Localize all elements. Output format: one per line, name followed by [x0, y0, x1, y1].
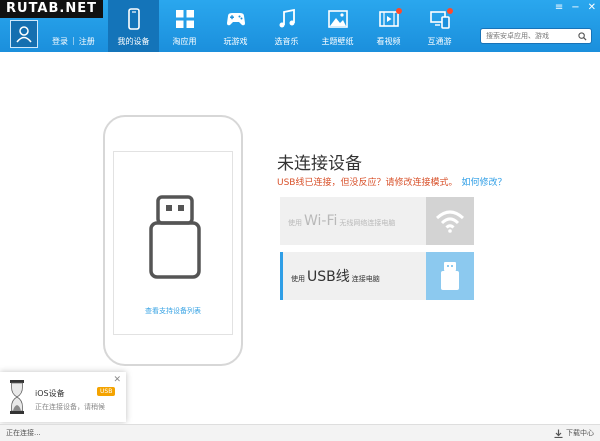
top-bar: RUTAB.NET 登录 | 注册 我的设备 淘应用 玩游戏 选音乐 主题壁纸 …: [0, 0, 600, 52]
usb-prefix: 使用: [291, 275, 305, 283]
connection-hint: USB线已连接，但没反应？请修改连接模式。 如何修改？: [277, 175, 507, 188]
wifi-icon: [435, 210, 465, 233]
status-bar: 正在连接... 下载中心: [0, 424, 600, 441]
usb-suffix: 连接电脑: [351, 275, 380, 283]
phone-screen: 查看支持设备列表: [113, 151, 233, 335]
notification-dot: [396, 8, 402, 14]
minimize-icon[interactable]: −: [571, 3, 579, 13]
window-controls: ≡ − ✕: [555, 3, 596, 13]
login-link[interactable]: 登录: [52, 36, 68, 47]
usb-main: USB线: [307, 269, 350, 285]
wifi-suffix: 无线网络连接电脑: [339, 219, 396, 227]
gamepad-icon: [226, 13, 245, 26]
search-icon[interactable]: [578, 32, 587, 41]
page-title: 未连接设备: [277, 154, 362, 174]
nav-my-device[interactable]: 我的设备: [108, 0, 159, 52]
download-center-label: 下载中心: [566, 429, 594, 437]
notification-title: iOS设备: [35, 389, 65, 398]
usb-plug-icon: [441, 262, 459, 290]
usb-badge: USB: [97, 387, 116, 396]
download-center-button[interactable]: 下载中心: [554, 428, 594, 438]
notification-dot: [447, 8, 453, 14]
usb-plug-icon: [149, 195, 201, 279]
phone-illustration: 查看支持设备列表: [103, 115, 243, 366]
usb-connect-option[interactable]: 使用 USB线 连接电脑: [280, 252, 474, 300]
close-icon[interactable]: ✕: [113, 375, 121, 385]
nav-wallpaper[interactable]: 主题壁纸: [312, 0, 363, 52]
nav-apps[interactable]: 淘应用: [159, 0, 210, 52]
notification-subtitle: 正在连接设备，请稍候: [35, 403, 105, 411]
nav-label: 淘应用: [172, 37, 197, 46]
wallpaper-image-icon: [327, 10, 348, 28]
status-text: 正在连接...: [6, 429, 41, 437]
nav-label: 我的设备: [117, 37, 150, 46]
search-placeholder: 搜索安卓应用、游戏: [486, 32, 549, 40]
nav-games[interactable]: 玩游戏: [210, 0, 261, 52]
wifi-option-label: 使用 Wi-Fi 无线网络连接电脑: [280, 213, 426, 229]
nav-music[interactable]: 选音乐: [261, 0, 312, 52]
user-icon: [16, 26, 32, 43]
device-notification: ✕ iOS设备 USB 正在连接设备，请稍候: [0, 372, 126, 422]
apps-grid-icon: [175, 10, 194, 28]
nav-label: 选音乐: [274, 37, 299, 46]
wifi-connect-option[interactable]: 使用 Wi-Fi 无线网络连接电脑: [280, 197, 474, 245]
register-link[interactable]: 注册: [79, 36, 95, 47]
watermark-label: RUTAB.NET: [0, 0, 103, 18]
usb-option-label: 使用 USB线 连接电脑: [283, 266, 426, 286]
hourglass-icon: [10, 380, 24, 414]
nav-video[interactable]: 看视频: [363, 0, 414, 52]
close-icon[interactable]: ✕: [588, 3, 596, 13]
account-separator: |: [72, 36, 75, 45]
nav-label: 看视频: [376, 37, 401, 46]
supported-devices-link[interactable]: 查看支持设备列表: [114, 306, 232, 316]
nav-label: 主题壁纸: [321, 37, 354, 46]
menu-icon[interactable]: ≡: [555, 3, 563, 13]
account-links: 登录 | 注册: [52, 36, 95, 47]
main-nav: 我的设备 淘应用 玩游戏 选音乐 主题壁纸 看视频 互通游: [108, 0, 465, 52]
music-note-icon: [279, 8, 295, 28]
wifi-prefix: 使用: [288, 219, 302, 227]
wifi-main: Wi-Fi: [304, 213, 338, 229]
usb-option-image: [426, 252, 474, 300]
phone-icon: [127, 8, 140, 30]
download-icon: [554, 429, 563, 438]
nav-label: 玩游戏: [223, 37, 248, 46]
how-to-change-link[interactable]: 如何修改？: [461, 178, 506, 188]
avatar[interactable]: [10, 20, 38, 48]
search-input[interactable]: 搜索安卓应用、游戏: [480, 28, 592, 44]
hint-text: USB线已连接，但没反应？请修改连接模式。: [277, 178, 458, 188]
nav-label: 互通游: [427, 37, 452, 46]
wifi-option-image: [426, 197, 474, 245]
nav-cross-play[interactable]: 互通游: [414, 0, 465, 52]
